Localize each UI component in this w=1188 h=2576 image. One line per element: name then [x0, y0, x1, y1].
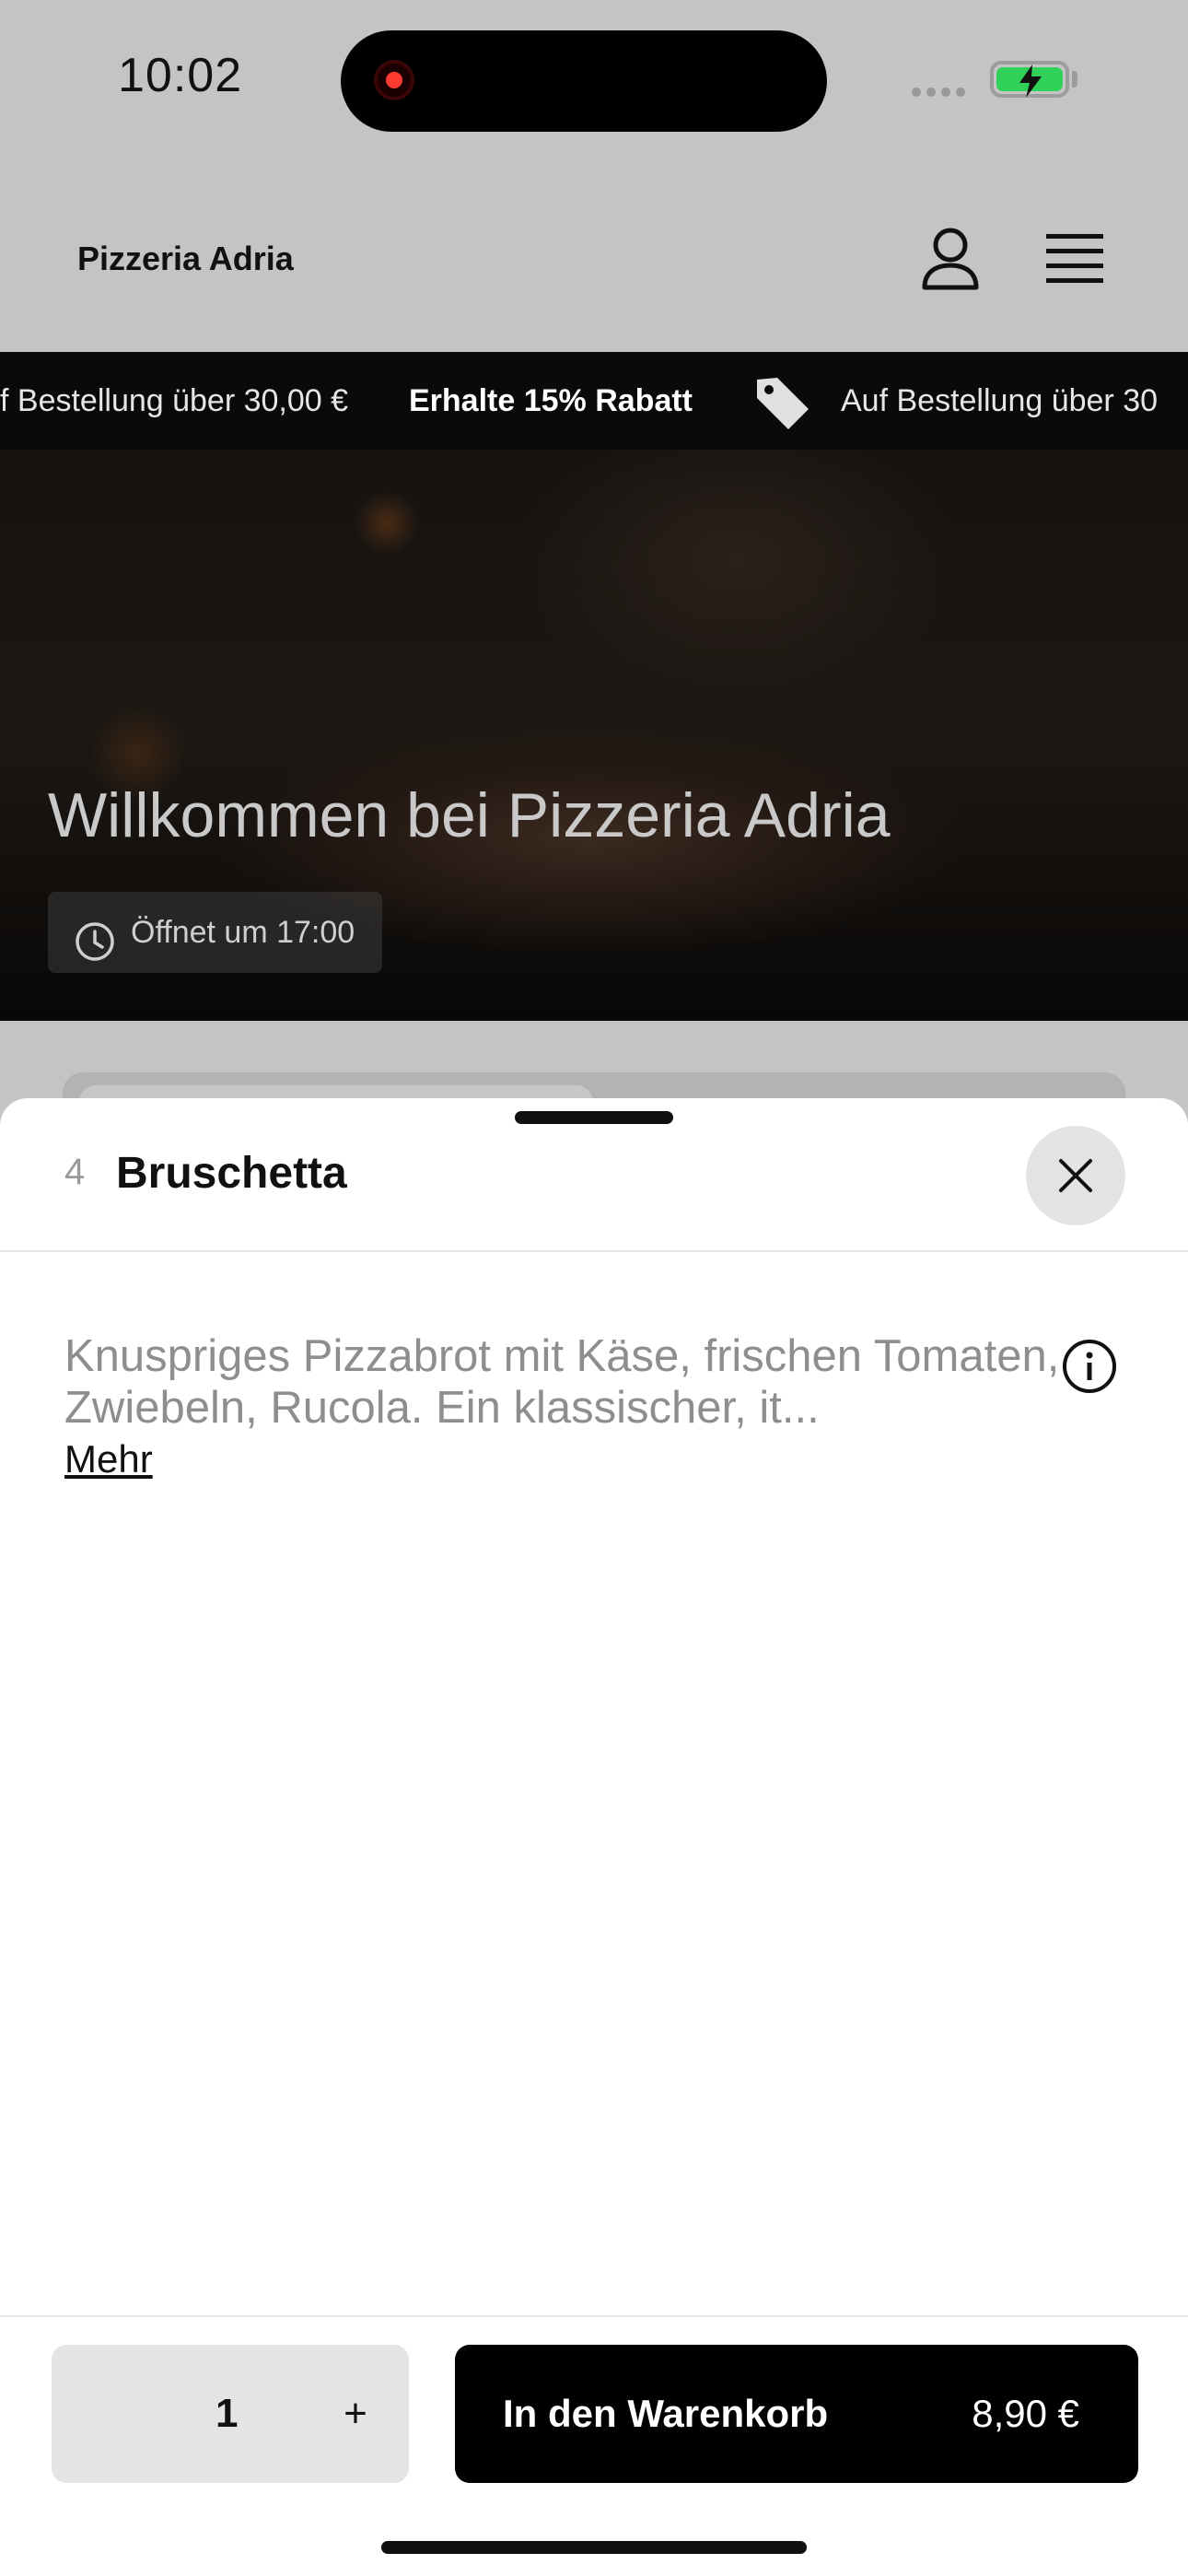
quantity-stepper: 1 + — [52, 2345, 409, 2483]
close-icon — [1059, 1159, 1092, 1192]
item-price: 8,90 € — [972, 2392, 1079, 2435]
item-number: 4 — [64, 1152, 86, 1192]
account-icon[interactable] — [914, 223, 987, 301]
quantity-increase-button[interactable]: + — [328, 2345, 383, 2483]
footer-divider — [0, 2315, 1188, 2317]
item-description: Knuspriges Pizzabrot mit Käse, frischen … — [64, 1331, 1060, 1433]
recording-indicator-icon — [374, 60, 414, 100]
brand-title[interactable]: Pizzeria Adria — [77, 240, 294, 278]
close-button[interactable] — [1026, 1126, 1125, 1225]
price-tag-icon — [751, 372, 812, 441]
info-icon[interactable] — [1061, 1338, 1118, 1399]
hamburger-menu-icon[interactable] — [1042, 232, 1107, 290]
quantity-value: 1 — [215, 2391, 239, 2436]
promo-highlight: Erhalte 15% Rabatt — [409, 383, 693, 418]
home-indicator[interactable] — [381, 2541, 807, 2554]
promo-text-left: f Bestellung über 30,00 € — [0, 383, 349, 418]
battery-cap — [1072, 71, 1077, 88]
status-time: 10:02 — [118, 49, 243, 102]
more-link[interactable]: Mehr — [64, 1437, 153, 1481]
add-to-cart-button[interactable]: In den Warenkorb 8,90 € — [455, 2345, 1138, 2483]
add-to-cart-label: In den Warenkorb — [503, 2392, 829, 2435]
battery-charging-icon — [990, 61, 1069, 98]
sheet-grabber[interactable] — [515, 1111, 673, 1124]
hero-title: Willkommen bei Pizzeria Adria — [48, 780, 891, 850]
cellular-signal-icon — [912, 85, 971, 101]
promo-ribbon: f Bestellung über 30,00 € Erhalte 15% Ra… — [0, 352, 1188, 450]
promo-text-right: Auf Bestellung über 30 — [841, 383, 1159, 418]
opening-hours-badge: Öffnet um 17:00 — [48, 892, 383, 973]
hero-banner: Willkommen bei Pizzeria Adria Öffnet um … — [0, 450, 1188, 1021]
dynamic-island — [341, 30, 827, 132]
sheet-divider — [0, 1250, 1188, 1252]
clock-icon — [74, 912, 116, 993]
item-title: Bruschetta — [116, 1149, 347, 1198]
opening-hours-text: Öffnet um 17:00 — [131, 915, 355, 950]
